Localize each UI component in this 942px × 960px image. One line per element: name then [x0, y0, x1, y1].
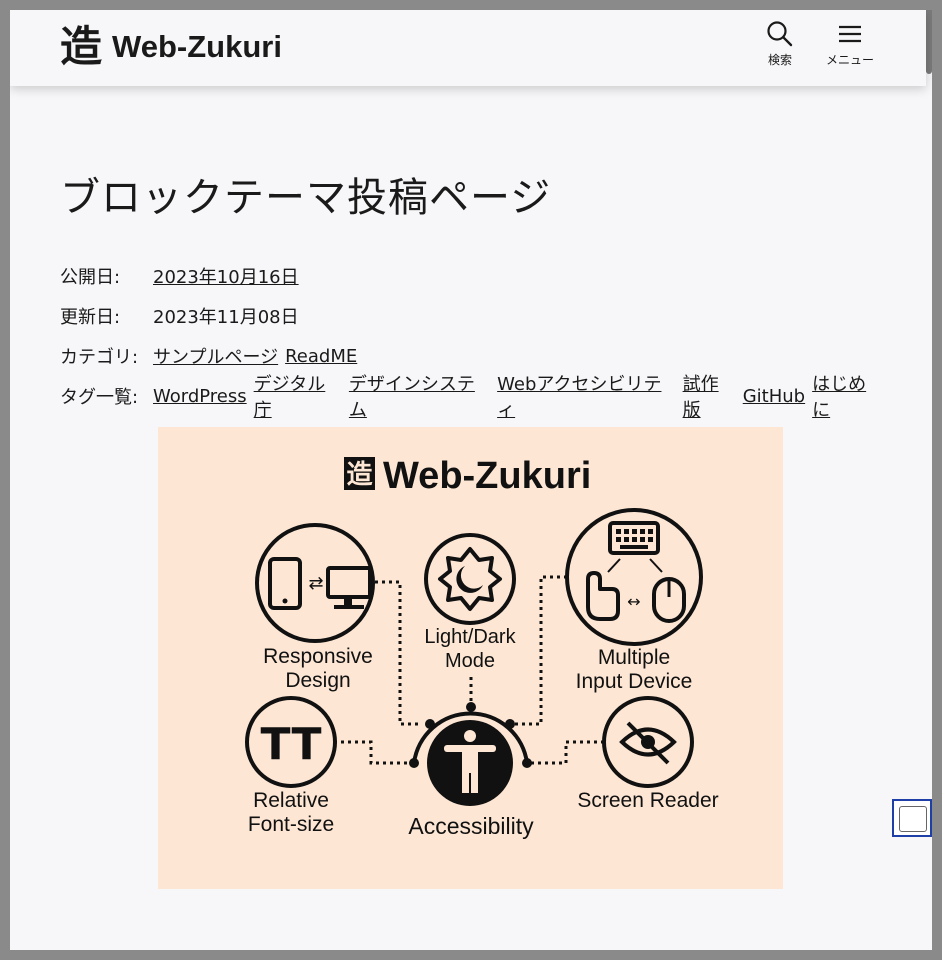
- relative-font-size-feature: TT Relative Font-size: [245, 696, 337, 836]
- brand-glyph: 造: [346, 460, 372, 490]
- scrollbar[interactable]: [926, 10, 932, 74]
- tags-label: タグ一覧:: [60, 387, 139, 408]
- multiple-label-2: Input Device: [576, 670, 693, 693]
- svg-text:↔: ↔: [627, 592, 640, 611]
- site-header: 造 Web-Zukuri 検索 メニュー: [10, 10, 926, 86]
- site-name: Web-Zukuri: [112, 29, 282, 64]
- published-row: 公開日: 2023年10月16日: [60, 256, 890, 296]
- multiple-input-feature: ↔ Multiple Input Device: [565, 508, 703, 693]
- text-size-icon: TT: [260, 719, 321, 770]
- responsive-label-1: Responsive: [263, 645, 373, 668]
- lightdark-label-2: Mode: [445, 650, 495, 672]
- post-meta: 公開日: 2023年10月16日 更新日: 2023年11月08日 カテゴリ: …: [60, 256, 890, 421]
- tags-row: タグ一覧: WordPress デジタル庁 デザインシステム Webアクセシビリ…: [60, 374, 890, 421]
- screen-reader-feature: Screen Reader: [577, 696, 719, 812]
- updated-label: 更新日:: [60, 307, 121, 328]
- browser-viewport: 造 Web-Zukuri 検索 メニュー ブロックテーマ投稿ページ 公開日: 2…: [10, 10, 932, 950]
- svg-text:⇄: ⇄: [308, 573, 323, 594]
- featured-image: 造 Web-Zukuri ⇄ Responsive Design Light/D…: [158, 427, 783, 889]
- accessibility-label: Accessibility: [408, 813, 534, 839]
- brand-title: Web-Zukuri: [383, 455, 591, 497]
- category-link[interactable]: ReadME: [285, 346, 357, 367]
- hamburger-icon: [839, 25, 861, 43]
- logo-icon: 造: [60, 22, 103, 71]
- post-content: ブロックテーマ投稿ページ 公開日: 2023年10月16日 更新日: 2023年…: [60, 170, 890, 421]
- published-date-link[interactable]: 2023年10月16日: [153, 263, 299, 289]
- multiple-label-1: Multiple: [598, 646, 670, 669]
- accessibility-illustration: 造 Web-Zukuri ⇄ Responsive Design Light/D…: [245, 455, 719, 839]
- published-label: 公開日:: [60, 267, 121, 288]
- tag-link[interactable]: デザインシステム: [349, 370, 490, 422]
- page-title: ブロックテーマ投稿ページ: [60, 175, 552, 221]
- lightdark-label-1: Light/Dark: [424, 626, 516, 648]
- screenreader-label: Screen Reader: [577, 789, 718, 812]
- responsive-label-2: Design: [285, 669, 350, 692]
- search-button[interactable]: 検索: [766, 20, 794, 68]
- category-link[interactable]: サンプルページ: [153, 343, 278, 369]
- tag-link[interactable]: デジタル庁: [254, 370, 342, 422]
- fontsize-label-2: Font-size: [248, 813, 334, 836]
- tag-link[interactable]: 試作版: [683, 370, 736, 422]
- search-label: 検索: [767, 53, 792, 67]
- menu-label: メニュー: [826, 53, 875, 67]
- updated-row: 更新日: 2023年11月08日: [60, 296, 890, 336]
- light-dark-mode-feature: Light/Dark Mode: [424, 533, 517, 672]
- search-icon: [767, 21, 793, 47]
- menu-button[interactable]: メニュー: [826, 20, 874, 68]
- responsive-design-feature: ⇄ Responsive Design: [255, 523, 375, 692]
- tag-link[interactable]: Webアクセシビリティ: [497, 370, 675, 422]
- tag-link[interactable]: GitHub: [743, 386, 805, 407]
- tag-link[interactable]: WordPress: [153, 386, 247, 407]
- updated-date: 2023年11月08日: [153, 307, 299, 328]
- site-logo[interactable]: 造 Web-Zukuri: [60, 22, 282, 72]
- floating-widget-button[interactable]: [892, 799, 932, 837]
- category-label: カテゴリ:: [60, 347, 139, 368]
- widget-box-icon: [899, 806, 927, 832]
- tag-link[interactable]: はじめに: [812, 370, 883, 422]
- fontsize-label-1: Relative: [253, 789, 329, 812]
